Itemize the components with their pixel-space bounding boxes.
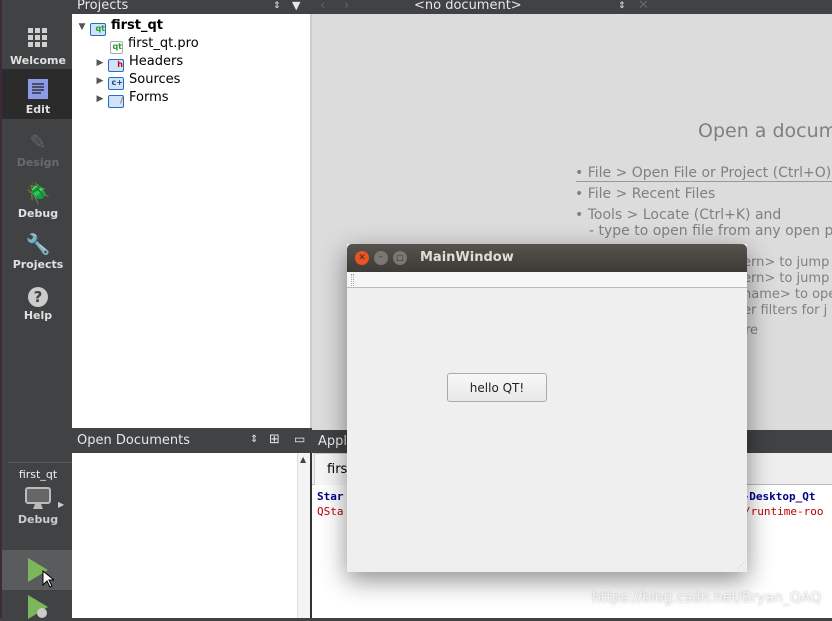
welcome-bullet: • File > Open File or Project (Ctrl+O) xyxy=(575,165,832,181)
output-line: t-Desktop_Qt xyxy=(736,490,816,503)
help-icon: ? xyxy=(2,283,74,307)
collapsed-arrow-icon[interactable]: ▶ xyxy=(92,72,108,90)
welcome-subline: name> to ope xyxy=(743,287,832,302)
tree-item-root[interactable]: ▼ qt first_qt xyxy=(74,17,163,36)
back-icon[interactable]: ‹ xyxy=(320,0,325,12)
chevron-right-icon: ▶ xyxy=(58,500,65,509)
mouse-cursor-icon xyxy=(42,570,54,588)
projects-header: Projects ⇕ ▼ ⊖ ⊞ ▭ xyxy=(72,0,375,14)
output-line: /runtime-roo xyxy=(744,505,824,518)
welcome-subline: ern> to jump xyxy=(743,255,830,270)
welcome-subline: ern> to jump xyxy=(743,271,830,286)
toolbar xyxy=(347,272,747,288)
target-project: first_qt xyxy=(18,468,58,481)
mode-label: Help xyxy=(23,309,53,322)
expanded-arrow-icon[interactable]: ▼ xyxy=(74,18,90,36)
sort-arrows-icon[interactable]: ⇕ xyxy=(250,434,258,445)
mode-label: Debug xyxy=(17,207,59,220)
output-line: QSta xyxy=(317,505,344,518)
document-selector[interactable]: <no document> xyxy=(414,0,522,12)
run-button[interactable] xyxy=(2,550,72,590)
filter-icon[interactable]: ▼ xyxy=(292,0,300,12)
mode-label: Design xyxy=(16,156,60,169)
resize-grip[interactable]: ⋰ xyxy=(737,561,745,570)
mode-projects[interactable]: 🔧 Projects xyxy=(2,232,74,272)
debug-run-button[interactable] xyxy=(2,592,72,619)
welcome-subline: er filters for j xyxy=(743,303,828,318)
welcome-bullet: • Tools > Locate (Ctrl+K) and xyxy=(575,207,782,223)
toolbar-handle[interactable] xyxy=(351,274,354,286)
main-window: ✕ – □ MainWindow hello QT! ⋰ xyxy=(347,244,747,572)
mode-design[interactable]: ✎ Design xyxy=(2,130,74,170)
tree-item-sources[interactable]: ▶ c+ Sources xyxy=(92,71,180,90)
scrollbar[interactable]: ▲ xyxy=(297,453,310,618)
collapsed-arrow-icon[interactable]: ▶ xyxy=(92,54,108,72)
bug-icon: 🪲 xyxy=(25,181,51,205)
welcome-title: Open a docum xyxy=(698,120,832,142)
close-window-button[interactable]: ✕ xyxy=(355,251,369,265)
target-build: Debug xyxy=(17,513,59,526)
mode-welcome[interactable]: Welcome xyxy=(2,24,74,68)
watermark: https://blog.csdn.net/Bryan_QAQ xyxy=(592,590,822,606)
close-document-icon[interactable]: ✕ xyxy=(638,0,649,12)
monitor-icon xyxy=(25,487,51,509)
mode-help[interactable]: ? Help xyxy=(2,283,74,323)
projects-title: Projects xyxy=(77,0,129,13)
output-title: Appli xyxy=(318,434,351,449)
divider xyxy=(576,181,832,182)
output-line: Star xyxy=(317,490,344,503)
sort-arrows-icon[interactable]: ⇕ xyxy=(273,0,281,12)
mode-label: Welcome xyxy=(10,54,66,67)
mode-edit[interactable]: Edit xyxy=(2,69,74,119)
forward-icon[interactable]: › xyxy=(344,0,349,12)
tree-item-forms[interactable]: ▶ / Forms xyxy=(92,89,169,108)
sort-arrows-icon[interactable]: ⇕ xyxy=(618,0,626,12)
debug-play-icon xyxy=(28,595,48,619)
minimize-window-button[interactable]: – xyxy=(374,251,388,265)
forms-folder-icon: / xyxy=(108,95,124,108)
pencil-icon: ✎ xyxy=(29,130,47,154)
editor-toolbar: ‹ › <no document> ⇕ ✕ xyxy=(312,0,832,14)
mode-debug[interactable]: 🪲 Debug xyxy=(2,181,74,221)
document-icon xyxy=(28,79,48,99)
window-title: MainWindow xyxy=(420,250,514,265)
mode-label: Projects xyxy=(12,258,64,271)
qt-project-folder-icon: qt xyxy=(90,23,106,36)
maximize-window-button[interactable]: □ xyxy=(393,251,407,265)
title-bar[interactable]: ✕ – □ MainWindow xyxy=(347,244,747,272)
open-documents-title: Open Documents xyxy=(77,433,190,448)
tree-item-pro[interactable]: qt first_qt.pro xyxy=(110,35,199,54)
target-selector[interactable]: first_qt ▶ Debug xyxy=(2,468,74,538)
tree-item-headers[interactable]: ▶ h Headers xyxy=(92,53,183,72)
wrench-icon: 🔧 xyxy=(25,232,51,256)
project-tree: ▼ qt first_qt qt first_qt.pro ▶ h Headers ▶ c+… xyxy=(72,14,312,428)
mode-bar: Welcome Edit ✎ Design 🪲 Debug 🔧 Projects… xyxy=(0,0,74,619)
open-documents-header: Open Documents ⇕ ⊞ ▭ xyxy=(72,428,312,453)
welcome-subline: - type to open file from any open p xyxy=(589,223,832,239)
close-pane-icon[interactable]: ▭ xyxy=(294,432,305,446)
scroll-up-icon[interactable]: ▲ xyxy=(300,455,306,464)
collapsed-arrow-icon[interactable]: ▶ xyxy=(92,90,108,108)
grid-icon xyxy=(28,28,47,47)
hello-qt-button[interactable]: hello QT! xyxy=(447,373,547,402)
split-icon[interactable]: ⊞ xyxy=(269,432,280,447)
mode-label: Edit xyxy=(25,103,51,116)
divider xyxy=(8,462,72,463)
open-documents-list: ▲ xyxy=(72,453,312,618)
welcome-bullet: • File > Recent Files xyxy=(575,186,716,202)
